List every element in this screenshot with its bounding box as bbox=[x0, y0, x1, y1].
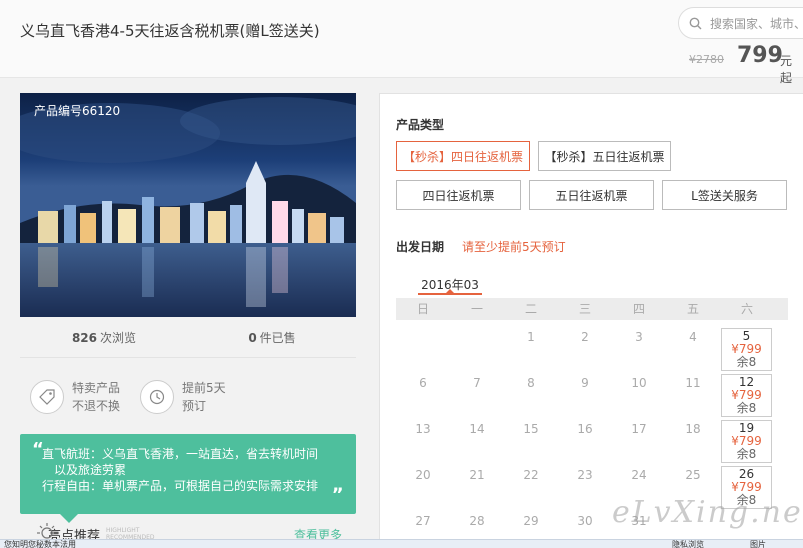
product-code: 产品编号66120 bbox=[34, 104, 121, 118]
calendar-day: 21 bbox=[469, 468, 485, 482]
caret-up-icon bbox=[445, 289, 455, 294]
sold-count: 0 件已售 bbox=[188, 318, 356, 357]
calendar-day: 4 bbox=[689, 330, 697, 344]
sold-count-number: 0 bbox=[248, 331, 257, 345]
calendar-day-available[interactable]: 12 ¥799 余8 bbox=[721, 374, 772, 417]
view-count-number: 826 bbox=[71, 331, 98, 345]
feature-special-sale: 特卖产品 不退不换 bbox=[30, 372, 140, 422]
weekday-label: 六 bbox=[740, 302, 753, 316]
feature-line1: 特卖产品 bbox=[72, 381, 121, 395]
calendar-day: 23 bbox=[577, 468, 593, 482]
search-icon bbox=[689, 17, 702, 29]
status-text: 您知明您秘数本法用 bbox=[4, 540, 76, 548]
calendar-day-available[interactable]: 5 ¥799 余8 bbox=[721, 328, 772, 371]
promo-line: 直飞航班：义乌直飞香港，一站直达，省去转机时间 bbox=[42, 447, 319, 461]
calendar-weekday-header: 日一二三四五六 bbox=[396, 298, 788, 320]
watermark: eLvXing.net bbox=[612, 495, 803, 530]
view-count: 826 次浏览 bbox=[20, 318, 188, 357]
images-label[interactable]: 图片 bbox=[750, 540, 766, 548]
weekday-label: 五 bbox=[686, 302, 699, 316]
view-count-label: 次浏览 bbox=[100, 331, 137, 345]
calendar-day: 25 bbox=[685, 468, 701, 482]
current-price: 799 bbox=[737, 43, 783, 68]
promo-line: 以及旅途劳累 bbox=[54, 463, 127, 477]
calendar-day: 30 bbox=[577, 514, 593, 528]
feature-line2: 不退不换 bbox=[72, 399, 121, 413]
calendar-day: 1 bbox=[527, 330, 535, 344]
page-header: 义乌直飞香港4-5天往返含税机票(赠L签送关) 搜索国家、城市、 ¥2780 7… bbox=[0, 0, 803, 85]
calendar-day: 29 bbox=[523, 514, 539, 528]
product-type-title: 产品类型 bbox=[396, 118, 445, 132]
calendar-day: 7 bbox=[473, 376, 481, 390]
option-flash-5day[interactable]: 【秒杀】五日往返机票 bbox=[538, 141, 671, 171]
option-5day[interactable]: 五日往返机票 bbox=[529, 180, 654, 210]
promo-bubble: “ 直飞航班：义乌直飞香港，一站直达，省去转机时间 以及旅途劳累 行程自由：单机… bbox=[20, 434, 356, 523]
calendar-day: 6 bbox=[419, 376, 427, 390]
calendar-day: 16 bbox=[577, 422, 593, 436]
day-remaining: 余8 bbox=[736, 447, 757, 461]
departure-date-title: 出发日期 bbox=[396, 240, 445, 254]
search-input[interactable]: 搜索国家、城市、 bbox=[678, 7, 803, 39]
calendar-day: 11 bbox=[685, 376, 701, 390]
calendar-day: 9 bbox=[581, 376, 589, 390]
close-quote-icon: „ bbox=[332, 475, 344, 496]
price-unit: 元起 bbox=[780, 54, 793, 85]
option-4day[interactable]: 四日往返机票 bbox=[396, 180, 521, 210]
calendar-day: 18 bbox=[685, 422, 701, 436]
calendar-day: 10 bbox=[631, 376, 647, 390]
feature-line1: 提前5天 bbox=[182, 381, 226, 395]
weekday-label: 一 bbox=[470, 302, 483, 316]
browser-status-bar: 您知明您秘数本法用 隐私浏览 图片 bbox=[0, 539, 803, 548]
original-price: ¥2780 bbox=[689, 53, 724, 66]
highlights-sub1: HIGHLIGHT bbox=[106, 527, 140, 534]
private-browsing-label[interactable]: 隐私浏览 bbox=[672, 540, 704, 548]
option-flash-4day[interactable]: 【秒杀】四日往返机票 bbox=[396, 141, 530, 171]
calendar-day: 17 bbox=[631, 422, 647, 436]
calendar-day: 20 bbox=[415, 468, 431, 482]
booking-card: 产品类型 【秒杀】四日往返机票 【秒杀】五日往返机票 四日往返机票 五日往返机票… bbox=[379, 93, 803, 548]
product-photo: 产品编号66120 bbox=[20, 93, 356, 317]
product-stats: 826 次浏览 0 件已售 bbox=[20, 318, 356, 358]
calendar-day: 22 bbox=[523, 468, 539, 482]
feature-line2: 预订 bbox=[182, 399, 207, 413]
calendar-day-available[interactable]: 19 ¥799 余8 bbox=[721, 420, 772, 463]
weekday-label: 四 bbox=[632, 302, 645, 316]
feature-list: 特卖产品 不退不换 提前5天 预订 bbox=[20, 372, 356, 422]
date-hint: 请至少提前5天预订 bbox=[462, 240, 566, 254]
calendar-day: 13 bbox=[415, 422, 431, 436]
calendar-day: 24 bbox=[631, 468, 647, 482]
calendar-day: 14 bbox=[469, 422, 485, 436]
feature-advance-booking: 提前5天 预订 bbox=[140, 372, 250, 422]
weekday-label: 三 bbox=[578, 302, 591, 316]
weekday-label: 二 bbox=[524, 302, 537, 316]
calendar-day: 2 bbox=[581, 330, 589, 344]
search-placeholder: 搜索国家、城市、 bbox=[710, 16, 803, 31]
calendar-day: 15 bbox=[523, 422, 539, 436]
calendar-day: 3 bbox=[635, 330, 643, 344]
calendar-day: 27 bbox=[415, 514, 431, 528]
option-l-visa-service[interactable]: L签送关服务 bbox=[662, 180, 787, 210]
day-remaining: 余8 bbox=[736, 355, 757, 369]
day-remaining: 余8 bbox=[736, 401, 757, 415]
open-quote-icon: “ bbox=[32, 439, 44, 460]
calendar-day: 8 bbox=[527, 376, 535, 390]
promo-line: 行程自由：单机票产品，可根据自己的实际需求安排 bbox=[42, 479, 319, 493]
calendar-day: 28 bbox=[469, 514, 485, 528]
page-title: 义乌直飞香港4-5天往返含税机票(赠L签送关) bbox=[20, 22, 320, 40]
clock-icon bbox=[140, 380, 174, 414]
sold-count-label: 件已售 bbox=[259, 331, 296, 345]
tag-icon bbox=[30, 380, 64, 414]
weekday-label: 日 bbox=[416, 302, 429, 316]
